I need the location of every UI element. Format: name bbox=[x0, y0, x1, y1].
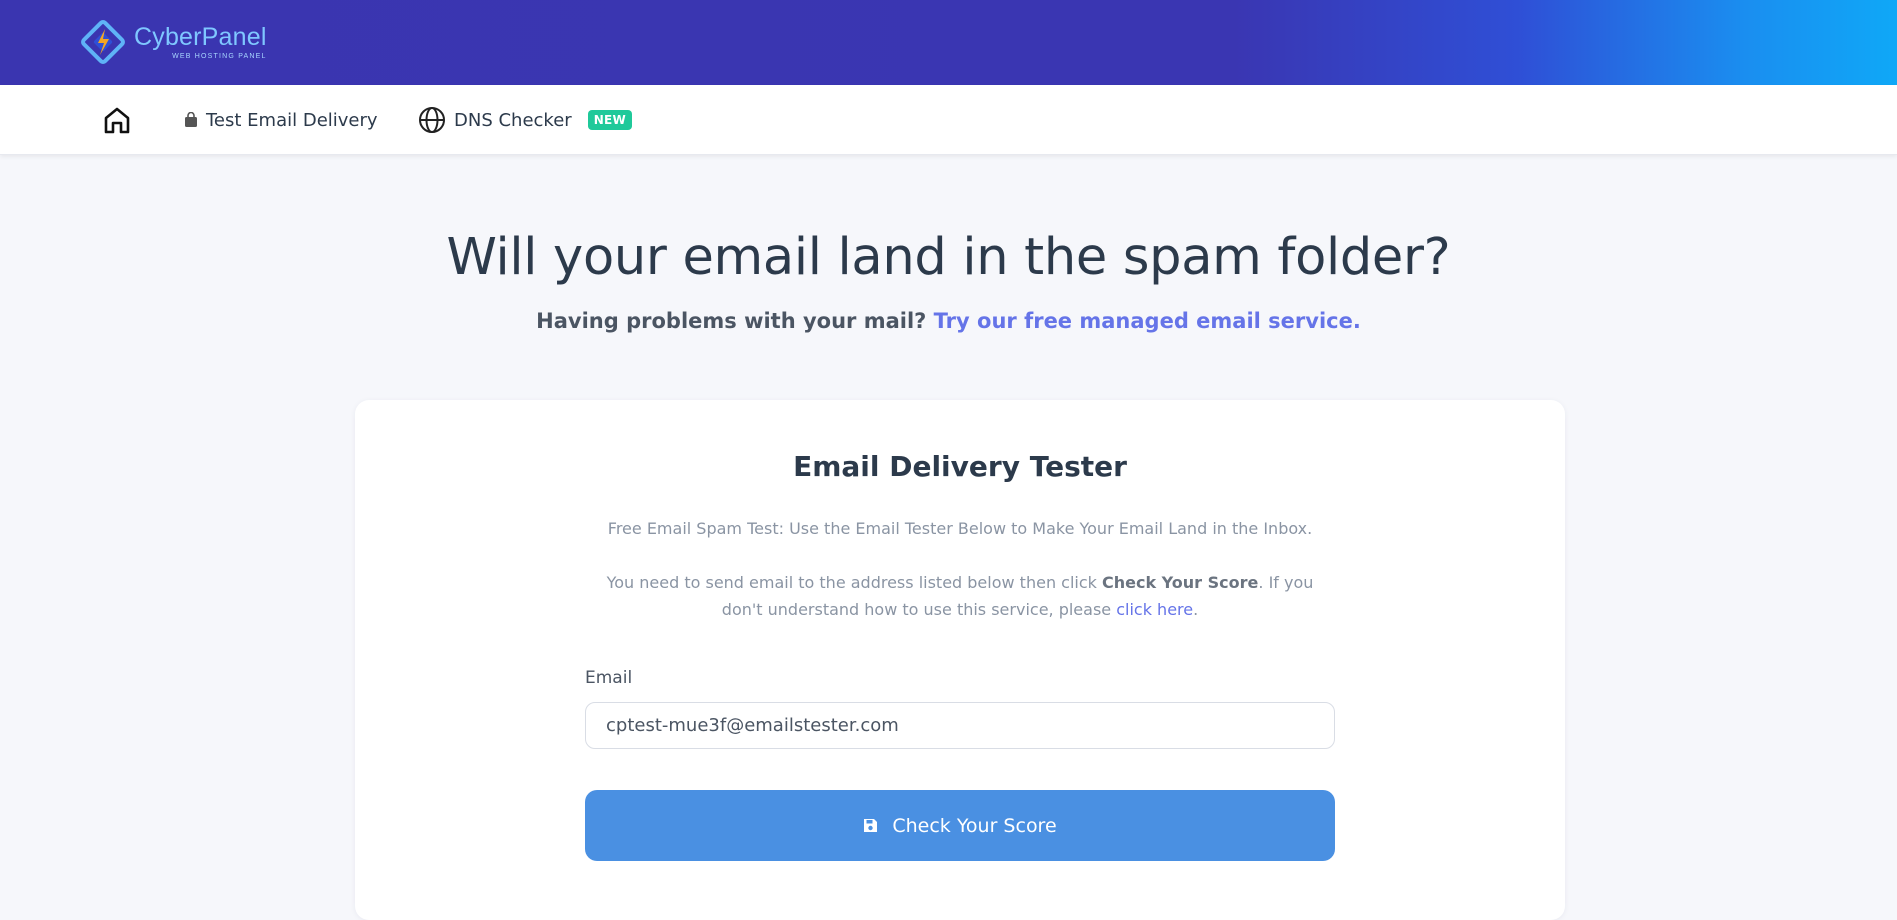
cyberpanel-logo[interactable]: CyberPanel WEB HOSTING PANEL bbox=[80, 18, 267, 66]
check-your-score-label: Check Your Score bbox=[892, 814, 1057, 837]
home-icon[interactable] bbox=[102, 105, 132, 135]
globe-icon bbox=[418, 106, 446, 134]
instructions-text-post: . bbox=[1193, 600, 1199, 619]
subtitle-text: Having problems with your mail? bbox=[536, 309, 927, 333]
card-instructions: You need to send email to the address li… bbox=[590, 569, 1330, 623]
logo-text: CyberPanel bbox=[134, 22, 267, 51]
email-tester-card: Email Delivery Tester Free Email Spam Te… bbox=[355, 400, 1565, 920]
click-here-link[interactable]: click here bbox=[1116, 600, 1193, 619]
email-input[interactable] bbox=[585, 702, 1335, 749]
check-your-score-button[interactable]: Check Your Score bbox=[585, 790, 1335, 861]
nav-test-email-delivery[interactable]: Test Email Delivery bbox=[184, 85, 378, 155]
managed-email-link[interactable]: Try our free managed email service. bbox=[934, 309, 1361, 333]
email-label: Email bbox=[585, 668, 633, 688]
instructions-text-pre: You need to send email to the address li… bbox=[606, 573, 1102, 592]
card-description: Free Email Spam Test: Use the Email Test… bbox=[607, 519, 1313, 538]
new-badge: NEW bbox=[587, 110, 633, 130]
nav-dns-checker-label: DNS Checker bbox=[454, 109, 572, 131]
navigation-bar: Test Email Delivery DNS Checker NEW bbox=[0, 85, 1897, 155]
page-subtitle: Having problems with your mail? Try our … bbox=[0, 309, 1897, 333]
save-icon bbox=[863, 818, 878, 833]
nav-dns-checker[interactable]: DNS Checker NEW bbox=[418, 85, 633, 155]
nav-test-email-delivery-label: Test Email Delivery bbox=[206, 109, 378, 131]
top-header-bar: CyberPanel WEB HOSTING PANEL bbox=[0, 0, 1897, 85]
instructions-bold: Check Your Score bbox=[1102, 573, 1259, 592]
cyberpanel-logo-icon bbox=[81, 20, 125, 64]
shopping-bag-icon bbox=[184, 112, 198, 128]
card-title: Email Delivery Tester bbox=[793, 450, 1127, 483]
logo-subtext: WEB HOSTING PANEL bbox=[172, 52, 267, 60]
page-title: Will your email land in the spam folder? bbox=[446, 228, 1451, 287]
